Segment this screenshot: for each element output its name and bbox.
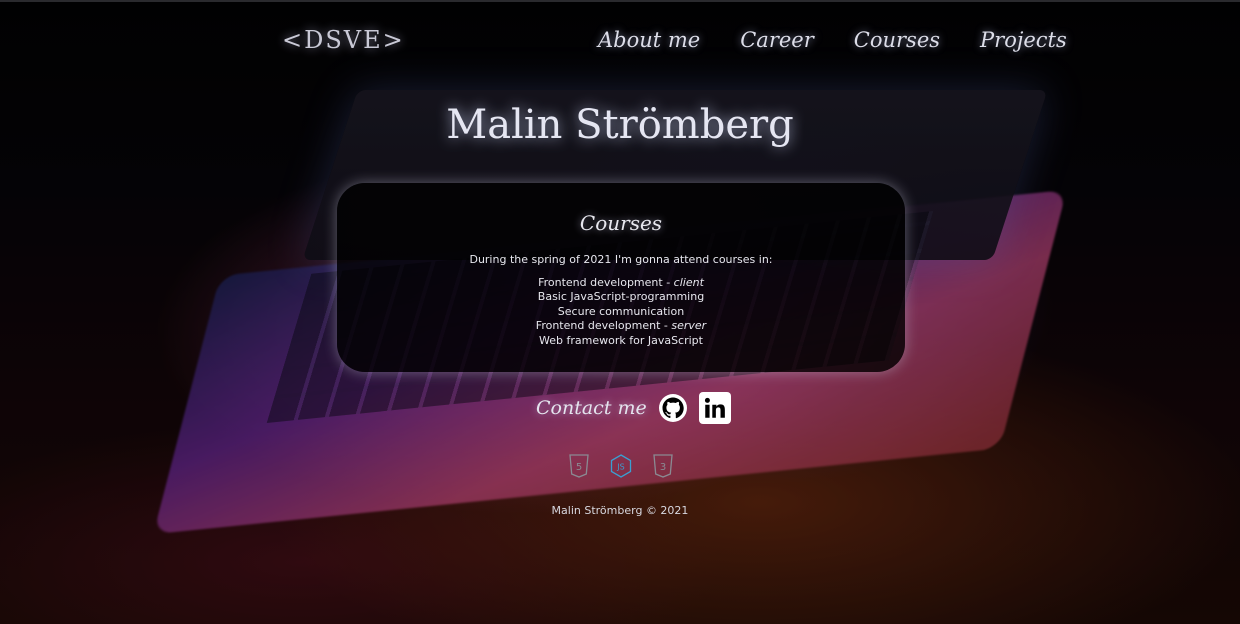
page-title: Malin Strömberg [446, 102, 794, 148]
nav-about-me[interactable]: About me [598, 28, 700, 52]
tech-icons: 5 JS 3 [568, 454, 674, 478]
footer-copyright: Malin Strömberg © 2021 [551, 504, 689, 517]
list-item: Frontend development - client [538, 276, 704, 289]
svg-text:3: 3 [660, 462, 666, 473]
courses-intro: During the spring of 2021 I'm gonna atte… [469, 253, 773, 266]
courses-list: Frontend development - client Basic Java… [337, 276, 905, 348]
svg-text:5: 5 [576, 462, 582, 473]
site-logo[interactable]: <DSVE> [282, 26, 405, 54]
contact-section: Contact me [536, 392, 731, 424]
list-item: Secure communication [557, 304, 685, 318]
list-item: Basic JavaScript-programming [537, 290, 705, 304]
nodejs-icon: JS [610, 454, 632, 478]
nav-career[interactable]: Career [740, 28, 814, 52]
main-nav: About me Career Courses Projects [598, 28, 1067, 52]
nav-courses[interactable]: Courses [854, 28, 940, 52]
courses-heading: Courses [579, 211, 663, 235]
linkedin-icon[interactable] [698, 392, 731, 424]
contact-label: Contact me [536, 397, 647, 419]
svg-text:JS: JS [616, 463, 624, 472]
nav-projects[interactable]: Projects [980, 28, 1067, 52]
list-item: Web framework for JavaScript [539, 333, 703, 347]
css3-icon: 3 [652, 454, 674, 478]
github-icon[interactable] [658, 394, 687, 422]
html5-icon: 5 [568, 454, 590, 478]
page: <DSVE> About me Career Courses Projects … [0, 0, 1240, 624]
list-item: Frontend development - server [535, 319, 707, 333]
courses-card: Courses During the spring of 2021 I'm go… [337, 183, 905, 372]
